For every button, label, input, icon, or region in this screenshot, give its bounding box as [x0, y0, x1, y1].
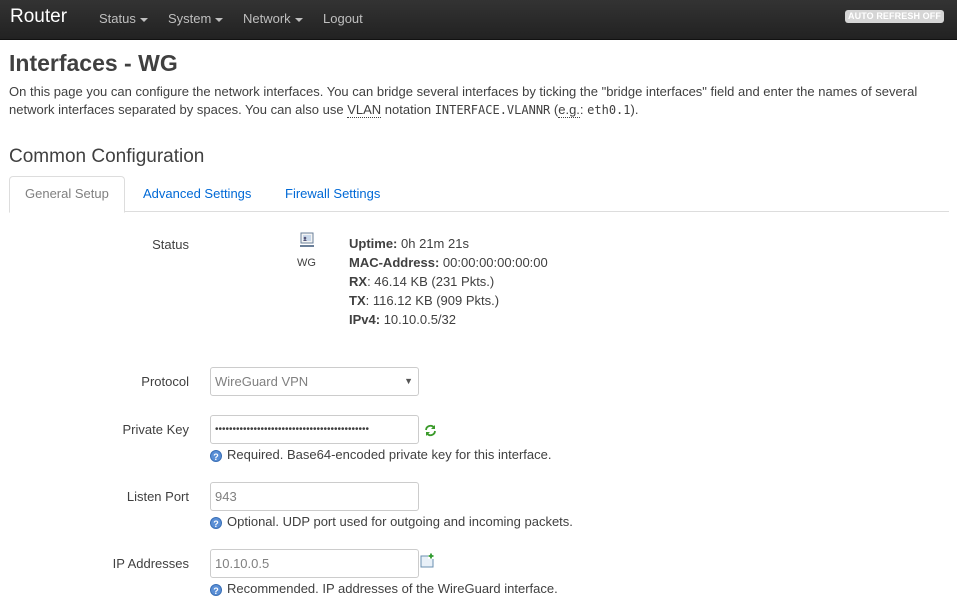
nav-system-menu[interactable]: System	[168, 11, 224, 26]
eg-abbr: e.g.	[558, 102, 580, 118]
description-text: notation	[381, 102, 435, 117]
status-label: Status	[152, 237, 189, 252]
network-interface-icon	[296, 232, 318, 251]
status-ipv4: IPv4: 10.10.0.5/32	[349, 310, 548, 329]
status-rx: RX: 46.14 KB (231 Pkts.)	[349, 274, 495, 289]
help-icon: ?	[210, 450, 222, 462]
status-uptime: Uptime: 0h 21m 21s	[349, 234, 548, 253]
ipv4-value: 10.10.0.5/32	[383, 312, 456, 327]
protocol-select[interactable]: WireGuard VPN ▼	[210, 367, 419, 396]
nav-logout-link[interactable]: Logout	[323, 11, 363, 26]
listen-port-hint-text: Optional. UDP port used for outgoing and…	[227, 514, 573, 529]
vlan-notation-code: INTERFACE.VLANNR	[434, 103, 551, 117]
nav-status-menu[interactable]: Status	[99, 11, 148, 26]
section-title: Common Configuration	[9, 146, 205, 167]
nav-network-label: Network	[243, 11, 291, 26]
protocol-label: Protocol	[141, 374, 189, 389]
tab-advanced-settings[interactable]: Advanced Settings	[128, 176, 266, 211]
help-icon: ?	[210, 584, 222, 596]
mac-label: MAC-Address:	[349, 255, 440, 270]
private-key-hint-text: Required. Base64-encoded private key for…	[227, 447, 552, 462]
ip-addresses-hint: ? Recommended. IP addresses of the WireGu…	[210, 581, 558, 596]
example-code: eth0.1	[587, 103, 631, 117]
mac-value: 00:00:00:00:00:00	[442, 255, 548, 270]
chevron-down-icon	[294, 17, 303, 22]
tx-value: 116.12 KB (909 Pkts.)	[372, 293, 500, 308]
page-title: Interfaces - WG	[9, 50, 178, 76]
chevron-down-icon	[139, 17, 148, 22]
top-navbar: Router Status System Network Logout AUTO…	[0, 0, 957, 40]
add-entry-icon[interactable]	[420, 553, 435, 571]
refresh-icon[interactable]	[424, 424, 437, 440]
status-mac: MAC-Address: 00:00:00:00:00:00	[349, 253, 548, 272]
ip-addresses-hint-text: Recommended. IP addresses of the WireGua…	[227, 581, 558, 596]
rx-label: RX	[349, 274, 368, 289]
listen-port-label: Listen Port	[126, 489, 189, 504]
status-tx: TX: 116.12 KB (909 Pkts.)	[349, 293, 500, 308]
uptime-label: Uptime:	[349, 236, 398, 251]
nav-system-label: System	[168, 11, 212, 26]
chevron-down-icon	[215, 17, 224, 22]
uptime-value: 0h 21m 21s	[401, 236, 469, 251]
interface-status-details: Uptime: 0h 21m 21s MAC-Address: 00:00:00…	[349, 234, 548, 329]
listen-port-hint: ? Optional. UDP port used for outgoing an…	[210, 514, 573, 529]
private-key-hint: ? Required. Base64-encoded private key fo…	[210, 447, 551, 462]
description-text: ).	[630, 102, 639, 117]
page-description: On this page you can configure the netwo…	[9, 83, 949, 119]
brand-logo[interactable]: Router	[10, 6, 67, 28]
ipv4-label: IPv4:	[349, 312, 381, 327]
protocol-selected-value: WireGuard VPN	[215, 374, 309, 389]
ip-addresses-input[interactable]: 10.10.0.5	[210, 549, 419, 578]
tab-firewall-settings[interactable]: Firewall Settings	[270, 176, 395, 211]
nav-status-label: Status	[99, 11, 136, 26]
listen-port-input[interactable]: 943	[210, 482, 419, 511]
auto-refresh-toggle[interactable]: AUTO REFRESH OFF	[845, 10, 944, 23]
private-key-label: Private Key	[122, 422, 189, 437]
config-tabs: General Setup Advanced Settings Firewall…	[9, 176, 949, 213]
private-key-input[interactable]: ••••••••••••••••••••••••••••••••••••••••…	[210, 415, 419, 444]
rx-value: 46.14 KB (231 Pkts.)	[374, 274, 495, 289]
dropdown-arrow-icon: ▼	[404, 376, 413, 386]
nav-network-menu[interactable]: Network	[243, 11, 303, 26]
ip-addresses-label: IP Addresses	[112, 556, 189, 571]
vlan-abbr: VLAN	[347, 102, 382, 118]
tab-general-setup[interactable]: General Setup	[9, 176, 125, 213]
help-icon: ?	[210, 517, 222, 529]
status-interface-name: WG	[297, 257, 316, 269]
tx-label: TX	[349, 293, 366, 308]
